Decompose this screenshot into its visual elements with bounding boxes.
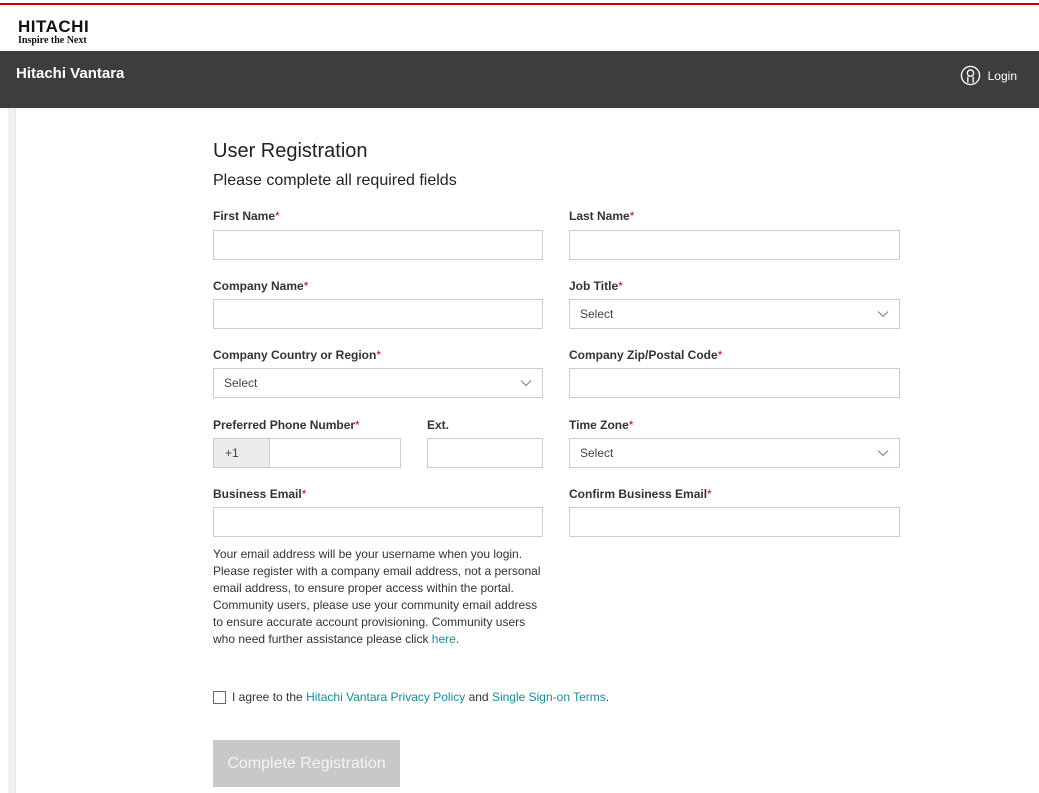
country-selected: Select <box>224 376 258 390</box>
email-label: Business Email* <box>213 487 307 501</box>
phone-input[interactable] <box>269 438 401 468</box>
privacy-policy-link[interactable]: Hitachi Vantara Privacy Policy <box>306 690 465 704</box>
last-name-input[interactable] <box>569 230 900 260</box>
page-title: User Registration <box>213 140 368 162</box>
required-mark: * <box>301 487 307 501</box>
user-circle-icon <box>960 65 980 86</box>
country-label: Company Country or Region* <box>213 348 382 362</box>
login-label: Login <box>987 68 1017 83</box>
country-select[interactable]: Select <box>213 368 543 398</box>
time-zone-select[interactable]: Select <box>569 438 900 468</box>
logo-tagline: Inspire the Next <box>18 35 87 46</box>
job-title-select[interactable]: Select <box>569 299 900 329</box>
company-name-label: Company Name* <box>213 279 309 293</box>
required-mark: * <box>629 209 635 223</box>
first-name-input[interactable] <box>213 230 543 260</box>
logo-wordmark: HITACHI <box>18 17 90 36</box>
zip-label: Company Zip/Postal Code* <box>569 348 723 362</box>
confirm-email-label: Confirm Business Email* <box>569 487 712 501</box>
page-subtitle: Please complete all required fields <box>213 172 457 189</box>
zip-input[interactable] <box>569 368 900 398</box>
job-title-label: Job Title* <box>569 279 623 293</box>
chevron-down-icon <box>877 450 889 457</box>
phone-country-code: +1 <box>213 438 270 468</box>
site-title: Hitachi Vantara <box>16 65 125 82</box>
job-title-selected: Select <box>580 307 614 321</box>
assistance-link[interactable]: here <box>432 632 456 646</box>
required-mark: * <box>303 279 309 293</box>
required-mark: * <box>707 487 712 501</box>
chevron-down-icon <box>520 380 532 387</box>
ext-input[interactable] <box>427 438 543 468</box>
phone-label: Preferred Phone Number* <box>213 418 360 432</box>
required-mark: * <box>355 418 360 432</box>
complete-registration-button[interactable]: Complete Registration <box>213 740 400 787</box>
time-zone-label: Time Zone* <box>569 418 634 432</box>
email-help-text: Your email address will be your username… <box>213 547 541 646</box>
required-mark: * <box>628 418 634 432</box>
login-button[interactable]: Login <box>960 65 1017 86</box>
ext-label: Ext. <box>427 418 450 432</box>
first-name-label: First Name* <box>213 209 280 223</box>
required-mark: * <box>717 348 723 362</box>
time-zone-selected: Select <box>580 446 614 460</box>
agree-row: I agree to the Hitachi Vantara Privacy P… <box>213 690 609 704</box>
top-navbar: Hitachi Vantara Login <box>0 51 1039 108</box>
confirm-email-input[interactable] <box>569 507 900 537</box>
required-mark: * <box>376 348 382 362</box>
left-rail <box>8 108 16 793</box>
required-mark: * <box>618 279 623 293</box>
email-input[interactable] <box>213 507 543 537</box>
chevron-down-icon <box>877 311 889 318</box>
required-mark: * <box>275 209 280 223</box>
company-name-input[interactable] <box>213 299 543 329</box>
last-name-label: Last Name* <box>569 209 635 223</box>
agree-checkbox[interactable] <box>213 690 226 704</box>
hitachi-logo: HITACHI Inspire the Next <box>18 17 90 46</box>
sso-terms-link[interactable]: Single Sign-on Terms <box>492 690 606 704</box>
brand-top-rule <box>0 3 1039 5</box>
